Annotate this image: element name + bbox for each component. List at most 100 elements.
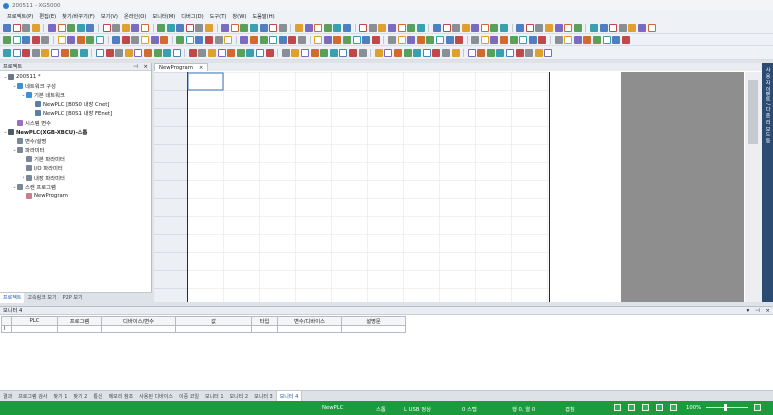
toolbar-button-icon[interactable]: [298, 35, 306, 44]
toolbar-button-icon[interactable]: [445, 35, 454, 44]
toolbar-button-icon[interactable]: [172, 48, 181, 57]
tab-newprogram[interactable]: NewProgram ×: [154, 63, 209, 71]
tree-node[interactable]: NewProgram: [0, 191, 152, 200]
toolbar-button-icon[interactable]: [41, 35, 50, 44]
menu-item[interactable]: 프로젝트(P): [4, 13, 36, 20]
toolbar-button-icon[interactable]: [352, 35, 361, 44]
toolbar-button-icon[interactable]: [240, 23, 249, 32]
toolbar-button-icon[interactable]: [397, 23, 406, 32]
tree-node[interactable]: I/O 파라미터: [0, 164, 152, 173]
toolbar-button-icon[interactable]: [224, 35, 233, 44]
view-mode-icon[interactable]: [628, 404, 635, 411]
menu-item[interactable]: 디버그(D): [178, 13, 206, 20]
menu-item[interactable]: 도움말(H): [249, 13, 277, 20]
toolbar-button-icon[interactable]: [451, 48, 460, 57]
toolbar-button-icon[interactable]: [477, 48, 486, 57]
toolbar-button-icon[interactable]: [208, 48, 217, 57]
tree-node[interactable]: NewPLC [B0S0 내장 Cnet]: [0, 100, 152, 109]
toolbar-button-icon[interactable]: [60, 48, 69, 57]
toolbar-button-icon[interactable]: [134, 48, 143, 57]
toolbar-button-icon[interactable]: [310, 48, 319, 57]
toolbar-button-icon[interactable]: [516, 23, 525, 32]
toolbar-button-icon[interactable]: [259, 35, 268, 44]
toolbar-button-icon[interactable]: [534, 48, 543, 57]
toolbar-button-icon[interactable]: [76, 23, 85, 32]
toolbar-button-icon[interactable]: [500, 35, 509, 44]
toolbar-button-icon[interactable]: [112, 23, 121, 32]
toolbar-button-icon[interactable]: [348, 48, 357, 57]
zoom-out-icon[interactable]: [670, 404, 677, 411]
toolbar-button-icon[interactable]: [621, 35, 630, 44]
toolbar-button-icon[interactable]: [22, 35, 31, 44]
table-row[interactable]: I: [1, 325, 406, 333]
toolbar-button-icon[interactable]: [140, 23, 149, 32]
toolbar-button-icon[interactable]: [157, 23, 166, 32]
pin-icon[interactable]: ⊣: [133, 64, 138, 70]
tree-node[interactable]: 기본 파라미터: [0, 155, 152, 164]
tree-node[interactable]: ⌄ 기본 네트워크: [0, 90, 152, 99]
toolbar-button-icon[interactable]: [57, 23, 66, 32]
close-icon[interactable]: ×: [199, 65, 203, 71]
toolbar-button-icon[interactable]: [140, 35, 149, 44]
toolbar-button-icon[interactable]: [387, 23, 396, 32]
tab-output[interactable]: 모니터 3: [251, 391, 276, 402]
toolbar-button-icon[interactable]: [320, 48, 329, 57]
toolbar-button-icon[interactable]: [525, 48, 534, 57]
toolbar-button-icon[interactable]: [281, 48, 290, 57]
column-header[interactable]: 설명문: [341, 316, 406, 326]
toolbar-button-icon[interactable]: [121, 35, 130, 44]
view-mode-icon[interactable]: [614, 404, 621, 411]
tab-output[interactable]: 모니터 2: [227, 391, 252, 402]
toolbar-button-icon[interactable]: [602, 35, 611, 44]
toolbar-button-icon[interactable]: [269, 23, 278, 32]
toolbar-button-icon[interactable]: [176, 23, 185, 32]
toolbar-button-icon[interactable]: [573, 35, 582, 44]
toolbar-button-icon[interactable]: [461, 23, 470, 32]
toolbar-button-icon[interactable]: [422, 48, 431, 57]
toolbar-button-icon[interactable]: [362, 35, 371, 44]
toolbar-button-icon[interactable]: [131, 23, 140, 32]
tree-node[interactable]: ⌄ 파라미터: [0, 146, 152, 155]
toolbar-button-icon[interactable]: [246, 48, 255, 57]
toolbar-button-icon[interactable]: [269, 35, 278, 44]
toolbar-button-icon[interactable]: [236, 48, 245, 57]
toolbar-button-icon[interactable]: [304, 23, 313, 32]
toolbar-button-icon[interactable]: [227, 48, 236, 57]
toolbar-button-icon[interactable]: [538, 35, 547, 44]
toolbar-button-icon[interactable]: [22, 48, 31, 57]
toolbar-button-icon[interactable]: [86, 23, 95, 32]
column-header[interactable]: 타입: [251, 316, 278, 326]
toolbar-button-icon[interactable]: [490, 23, 499, 32]
toolbar-button-icon[interactable]: [265, 48, 274, 57]
view-mode-icon[interactable]: [656, 404, 663, 411]
toolbar-button-icon[interactable]: [359, 23, 368, 32]
tab-output[interactable]: 프로그램 검사: [15, 391, 50, 402]
tab-output[interactable]: 사용된 디바이스: [136, 391, 176, 402]
tree-node[interactable]: 시스템 변수: [0, 118, 152, 127]
toolbar-button-icon[interactable]: [432, 23, 441, 32]
toolbar-button-icon[interactable]: [426, 35, 435, 44]
side-panel-strip[interactable]: 사 용 자 이벤트 / 다 중 리 보드 등: [762, 63, 773, 302]
toolbar-button-icon[interactable]: [131, 35, 140, 44]
toolbar-button-icon[interactable]: [12, 23, 21, 32]
toolbar-button-icon[interactable]: [67, 23, 76, 32]
dropdown-icon[interactable]: ▾: [747, 308, 750, 314]
toolbar-button-icon[interactable]: [291, 48, 300, 57]
toolbar-button-icon[interactable]: [618, 23, 627, 32]
tab-output[interactable]: 통신: [90, 391, 105, 402]
toolbar-button-icon[interactable]: [150, 35, 159, 44]
toolbar-button-icon[interactable]: [47, 23, 56, 32]
toolbar-button-icon[interactable]: [593, 35, 601, 44]
toolbar-button-icon[interactable]: [441, 48, 450, 57]
menu-item[interactable]: 찾기/바꾸기(F): [59, 13, 98, 20]
toolbar-button-icon[interactable]: [105, 48, 114, 57]
toolbar-button-icon[interactable]: [397, 35, 406, 44]
menu-item[interactable]: 보기(V): [98, 13, 121, 20]
toolbar-button-icon[interactable]: [95, 35, 104, 44]
toolbar-button-icon[interactable]: [525, 23, 534, 32]
toolbar-button-icon[interactable]: [509, 35, 518, 44]
toolbar-button-icon[interactable]: [333, 23, 342, 32]
column-header[interactable]: 변수/디바이스: [277, 316, 342, 326]
toolbar-button-icon[interactable]: [314, 35, 323, 44]
tab-output[interactable]: 모니터 1: [202, 391, 227, 402]
